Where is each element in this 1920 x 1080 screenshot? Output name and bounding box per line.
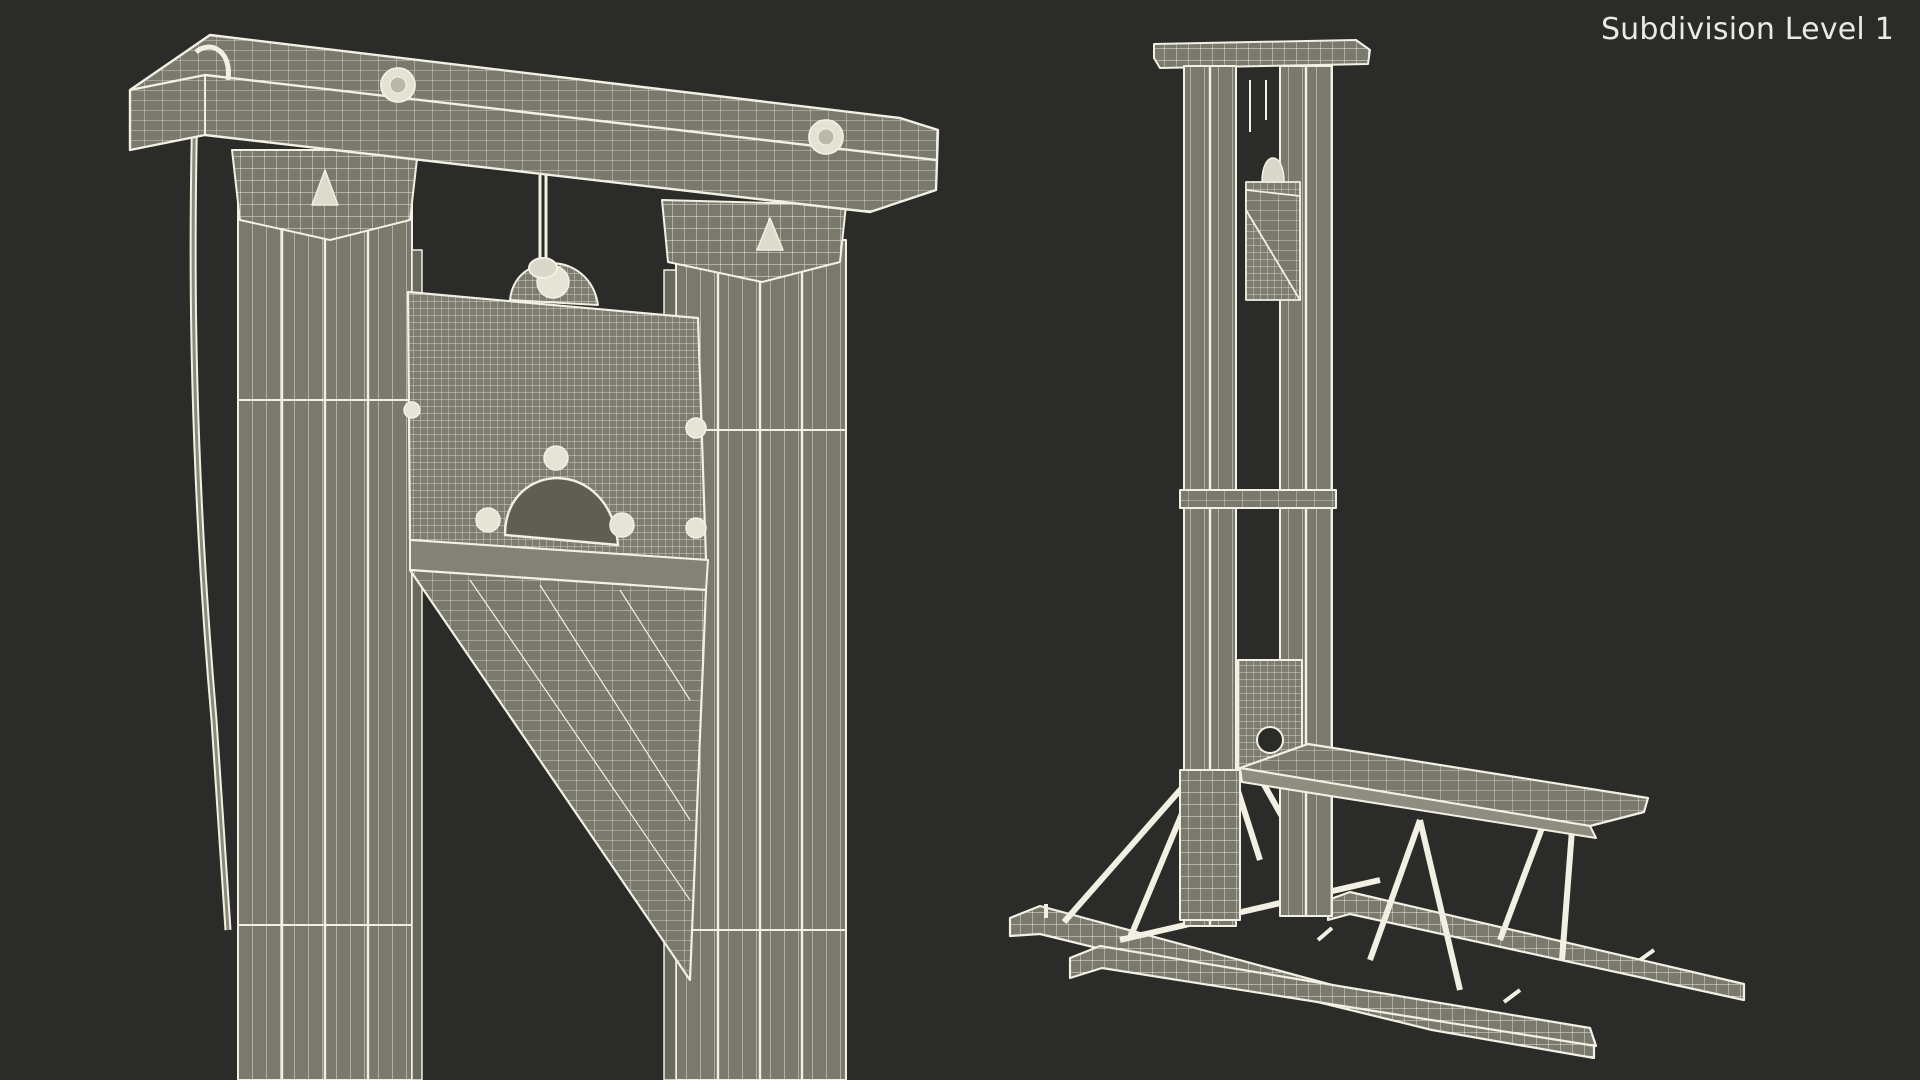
full-top-beam <box>1153 39 1371 69</box>
left-post <box>231 149 419 1080</box>
render-viewport <box>128 33 1746 1080</box>
subdivision-level-label: Subdivision Level 1 <box>1600 12 1894 47</box>
mouton-weight <box>403 262 708 562</box>
full-guillotine <box>1008 39 1746 1060</box>
closeup-guillotine <box>128 33 940 1080</box>
base-skids <box>1008 877 1746 1060</box>
crossbar <box>1179 489 1337 509</box>
blade <box>408 539 709 982</box>
